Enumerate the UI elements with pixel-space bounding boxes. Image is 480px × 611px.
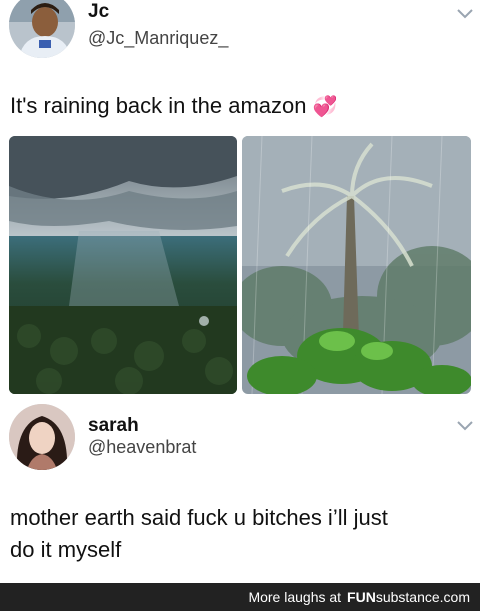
- watermark-lead: More laughs at: [248, 589, 342, 605]
- avatar[interactable]: [9, 404, 75, 470]
- tweet-text: It's raining back in the amazon 💞: [10, 90, 338, 123]
- tweet-text-body: It's raining back in the amazon: [10, 93, 307, 118]
- avatar[interactable]: [9, 0, 75, 58]
- username[interactable]: @Jc_Manriquez_: [88, 28, 228, 49]
- tweet-2: sarah @heavenbrat mother earth said fuck…: [0, 400, 480, 583]
- chevron-down-icon[interactable]: [456, 8, 474, 20]
- tweet-1: Jc @Jc_Manriquez_ It's raining back in t…: [0, 0, 480, 400]
- chevron-down-icon[interactable]: [456, 420, 474, 432]
- watermark-brand-fun: FUN: [347, 589, 376, 605]
- display-name[interactable]: Jc: [88, 1, 109, 23]
- two-hearts-icon: 💞: [312, 96, 338, 118]
- watermark-bar: More laughs at FUN substance.com: [0, 583, 480, 611]
- display-name[interactable]: sarah: [88, 415, 139, 437]
- username[interactable]: @heavenbrat: [88, 437, 196, 458]
- tweet-image-aerial-rain[interactable]: [9, 136, 237, 394]
- watermark-brand-substance: substance.com: [375, 589, 470, 605]
- tweet-text-line-1: mother earth said fuck u bitches i’ll ju…: [10, 505, 388, 530]
- tweet-image-palm-rain[interactable]: [242, 136, 471, 394]
- tweet-text-line-2: do it myself: [10, 537, 122, 562]
- tweet-text: mother earth said fuck u bitches i’ll ju…: [10, 502, 388, 566]
